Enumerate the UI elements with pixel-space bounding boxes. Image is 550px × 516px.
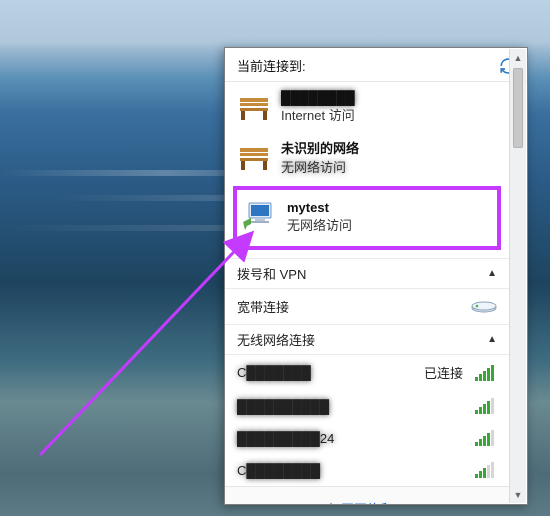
scroll-track[interactable] bbox=[510, 66, 526, 486]
section-header-wireless[interactable]: 无线网络连接 ▲ bbox=[225, 324, 509, 355]
park-bench-icon bbox=[235, 138, 273, 176]
dialup-name: 宽带连接 bbox=[237, 297, 465, 316]
section-label: 拨号和 VPN bbox=[237, 264, 306, 283]
open-network-center-link[interactable]: 打开网络和… bbox=[225, 486, 509, 504]
network-flyout: 当前连接到: ████████ bbox=[224, 47, 528, 505]
flyout-content: ████████ Internet 访问 未识别的网络 无网络访问 bbox=[225, 82, 527, 504]
signal-icon bbox=[475, 398, 497, 414]
connection-subtitle: Internet 访问 bbox=[281, 105, 355, 124]
section-header-dialup[interactable]: 拨号和 VPN ▲ bbox=[225, 258, 509, 289]
section-label: 无线网络连接 bbox=[237, 330, 315, 349]
chevron-up-icon: ▲ bbox=[487, 334, 497, 345]
connection-text: ████████ Internet 访问 bbox=[281, 90, 355, 124]
computer-icon bbox=[241, 198, 279, 236]
signal-icon bbox=[475, 365, 497, 381]
signal-icon bbox=[475, 430, 497, 446]
connection-text: 未识别的网络 无网络访问 bbox=[281, 138, 359, 176]
wifi-name: ██████████ bbox=[237, 399, 469, 414]
connection-item[interactable]: ████████ Internet 访问 bbox=[225, 82, 509, 132]
wifi-item[interactable]: C███████ 已连接 bbox=[225, 355, 509, 390]
wifi-name: C███████ bbox=[237, 365, 418, 380]
flyout-header: 当前连接到: bbox=[225, 48, 527, 82]
scroll-thumb[interactable] bbox=[513, 68, 523, 148]
scrollbar[interactable]: ▲ ▼ bbox=[509, 49, 526, 503]
wifi-item[interactable]: █████████24 bbox=[225, 422, 509, 454]
chevron-up-icon: ▲ bbox=[487, 268, 497, 279]
wifi-status: 已连接 bbox=[424, 363, 463, 382]
connection-name: ████████ bbox=[281, 90, 355, 105]
scroll-down-icon[interactable]: ▼ bbox=[510, 486, 526, 503]
connection-name: 未识别的网络 bbox=[281, 138, 359, 157]
header-title: 当前连接到: bbox=[237, 56, 306, 75]
footer-link-label: 打开网络和… bbox=[328, 502, 406, 504]
connection-item[interactable]: 未识别的网络 无网络访问 bbox=[225, 132, 509, 182]
park-bench-icon bbox=[235, 88, 273, 126]
connection-item-mytest[interactable]: mytest 无网络访问 bbox=[237, 192, 497, 242]
wifi-name: C████████ bbox=[237, 463, 469, 478]
wifi-name: █████████24 bbox=[237, 431, 469, 446]
dialup-item[interactable]: 宽带连接 bbox=[225, 289, 509, 324]
connection-text: mytest 无网络访问 bbox=[287, 200, 352, 234]
wifi-item[interactable]: C████████ bbox=[225, 454, 509, 486]
highlight-frame: mytest 无网络访问 bbox=[233, 186, 501, 250]
connection-name: mytest bbox=[287, 200, 352, 215]
scroll-up-icon[interactable]: ▲ bbox=[510, 49, 526, 66]
connection-subtitle: 无网络访问 bbox=[281, 157, 359, 176]
signal-icon bbox=[475, 462, 497, 478]
modem-icon bbox=[471, 297, 497, 316]
connection-subtitle: 无网络访问 bbox=[287, 215, 352, 234]
wifi-item[interactable]: ██████████ bbox=[225, 390, 509, 422]
